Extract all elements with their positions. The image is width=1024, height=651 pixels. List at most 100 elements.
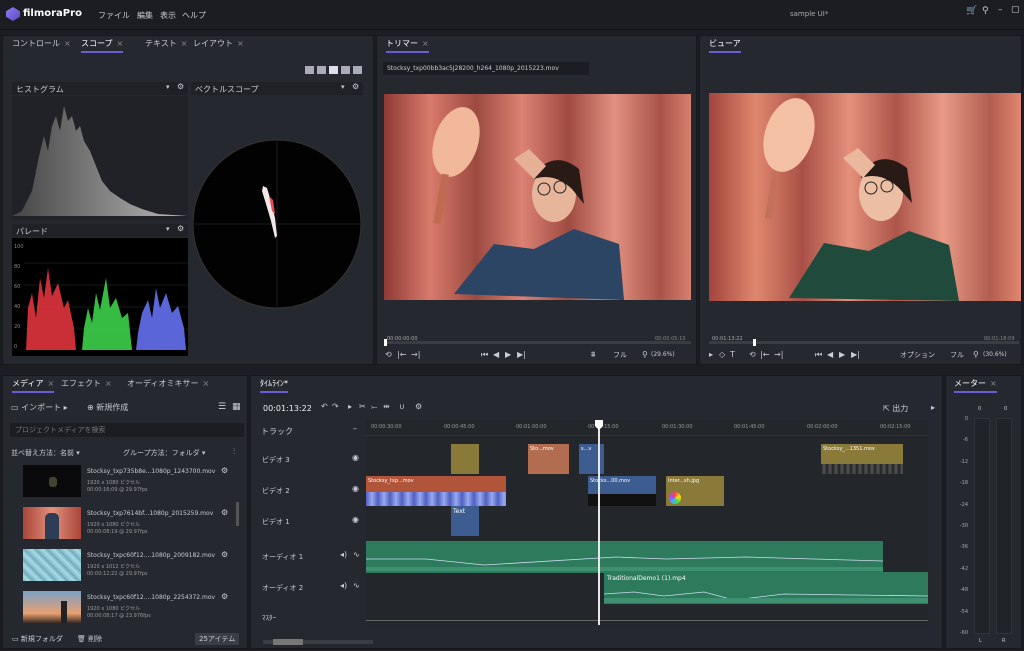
loop-icon[interactable]: ⟲ xyxy=(385,350,392,359)
zoom-select[interactable]: (30.6%) xyxy=(983,351,1007,358)
list-item[interactable]: Stocksy_txpc60f12....1080p_2254372.mov 1… xyxy=(23,588,237,626)
gear-icon[interactable]: ⚙ xyxy=(352,82,359,91)
close-icon[interactable]: × xyxy=(990,379,997,388)
gear-icon[interactable]: ⚙ xyxy=(221,550,228,559)
close-icon[interactable]: × xyxy=(181,39,188,48)
select-tool-icon[interactable]: ▸ xyxy=(348,402,352,411)
list-item[interactable]: Stocksy_txp735b8e...1080p_1243700.mov 19… xyxy=(23,462,237,500)
layout-1-icon[interactable] xyxy=(305,66,314,74)
skip-back-icon[interactable]: ⏮ xyxy=(815,350,822,360)
close-icon[interactable]: × xyxy=(237,39,244,48)
gear-icon[interactable]: ⚙ xyxy=(177,224,184,233)
zoom-select[interactable]: (29.6%) xyxy=(651,351,675,358)
media-search-input[interactable] xyxy=(10,423,244,437)
zoom-handle[interactable] xyxy=(273,639,303,645)
filter-icon[interactable]: ⫶ xyxy=(233,447,235,457)
step-forward-icon[interactable]: ▶| xyxy=(517,350,526,359)
layout-2-icon[interactable] xyxy=(317,66,326,74)
layout-4-icon[interactable] xyxy=(341,66,350,74)
settings-icon[interactable]: ⚙ xyxy=(415,402,422,411)
minimize-icon[interactable]: – xyxy=(998,5,1003,15)
list-view-icon[interactable]: ☰ xyxy=(218,402,226,412)
eye-icon[interactable]: ◉ xyxy=(352,515,359,524)
mark-in-icon[interactable]: |← xyxy=(397,350,406,359)
timeline-clip[interactable]: Stocksy_txp...mov xyxy=(366,476,506,506)
speaker-icon[interactable]: ◂) xyxy=(340,581,347,590)
tab-audio-mixer[interactable]: オーディオミキサー × xyxy=(127,376,209,392)
close-icon[interactable]: × xyxy=(47,379,54,388)
layout-3-icon[interactable] xyxy=(329,66,338,74)
timeline-clip[interactable]: Stocksy_...1351.mov xyxy=(821,444,903,474)
new-button[interactable]: ⊕ 新規作成 xyxy=(87,402,128,414)
speaker-icon[interactable]: ◂) xyxy=(340,550,347,559)
sort-select[interactable]: 並べ替え方法：名前 ▾ xyxy=(11,448,80,458)
layout-5-icon[interactable] xyxy=(353,66,362,74)
close-icon[interactable]: × xyxy=(202,379,209,388)
slip-tool-icon[interactable]: ⇹ xyxy=(383,402,390,411)
timeline-playhead[interactable] xyxy=(595,420,603,625)
list-item[interactable]: Stocksy_txpc60f12....1080p_2009182.mov 1… xyxy=(23,546,237,584)
undo-icon[interactable]: ↶ xyxy=(321,402,328,411)
close-icon[interactable]: × xyxy=(422,39,429,48)
waveform-toggle-icon[interactable]: ∿ xyxy=(353,581,360,590)
skip-back-icon[interactable]: ⏮ xyxy=(481,350,488,360)
viewer-scrubber[interactable] xyxy=(709,339,1019,346)
cart-icon[interactable]: 🛒 xyxy=(966,6,977,16)
chevron-down-icon[interactable]: ▾ xyxy=(166,225,170,233)
list-item[interactable]: Stocksy_txp7614bf...1080p_2015259.mov 19… xyxy=(23,504,237,542)
collapse-icon[interactable]: – xyxy=(353,424,357,433)
export-button[interactable]: ⇱ 出力 xyxy=(883,403,908,414)
select-tool-icon[interactable]: ▸ xyxy=(709,350,713,359)
magnet-icon[interactable]: ∪ xyxy=(399,402,405,411)
menu-edit[interactable]: 編集 xyxy=(137,10,153,21)
restore-icon[interactable]: ▢ xyxy=(1011,5,1020,15)
new-folder-button[interactable]: ▭ 新規フォルダ xyxy=(12,634,63,644)
close-icon[interactable]: × xyxy=(105,379,112,388)
tab-scope[interactable]: スコープ × xyxy=(81,36,124,53)
timeline-clip[interactable] xyxy=(451,444,479,474)
viewer-playhead[interactable] xyxy=(753,339,756,346)
tab-viewer[interactable]: ビューア xyxy=(709,36,741,53)
step-back-icon[interactable]: ◀ xyxy=(493,350,499,359)
chevron-down-icon[interactable]: ▾ xyxy=(166,83,170,91)
step-forward-icon[interactable]: ▶| xyxy=(851,350,860,359)
tab-controls[interactable]: コントロール × xyxy=(12,36,71,52)
ripple-tool-icon[interactable]: ⤚ xyxy=(371,402,377,412)
loop-icon[interactable]: ⟲ xyxy=(749,350,756,359)
group-select[interactable]: グループ方法：フォルダ ▾ xyxy=(123,448,205,458)
tab-effects[interactable]: エフェクト × xyxy=(61,376,112,392)
text-tool-icon[interactable]: T xyxy=(730,350,735,359)
import-button[interactable]: ▭ インポート ▸ xyxy=(11,402,68,414)
play-icon[interactable]: ▶ xyxy=(839,350,845,359)
redo-icon[interactable]: ↷ xyxy=(332,402,339,411)
options-menu[interactable]: オプション xyxy=(900,350,935,360)
tab-trimmer[interactable]: トリマー × xyxy=(386,36,429,53)
quality-select[interactable]: フル xyxy=(613,350,627,360)
mask-tool-icon[interactable]: ◇ xyxy=(719,350,725,359)
menu-help[interactable]: ヘルプ xyxy=(182,10,206,21)
razor-tool-icon[interactable]: ✂ xyxy=(359,402,366,411)
mark-out-icon[interactable]: →| xyxy=(774,350,783,359)
timeline-clip[interactable]: Inter...sh.jpg xyxy=(666,476,724,506)
menu-view[interactable]: 表示 xyxy=(160,10,176,21)
gear-icon[interactable]: ⚙ xyxy=(221,466,228,475)
timeline-clip[interactable]: s...v xyxy=(579,444,604,474)
timeline-clip[interactable]: Text xyxy=(451,506,479,536)
gear-icon[interactable]: ⚙ xyxy=(221,508,228,517)
tab-timeline[interactable]: ﾀｲﾑﾗｲﾝ* xyxy=(260,376,288,393)
tab-meter[interactable]: メーター × xyxy=(954,376,997,393)
mark-out-icon[interactable]: →| xyxy=(411,350,420,359)
media-scrollbar[interactable] xyxy=(236,502,239,526)
step-back-icon[interactable]: ◀ xyxy=(827,350,833,359)
more-icon[interactable]: ▸ xyxy=(931,403,935,412)
timeline-zoom-bar[interactable] xyxy=(263,639,373,645)
trimmer-scrubber[interactable] xyxy=(384,339,691,346)
timeline-clip[interactable]: Sto...mov xyxy=(528,444,569,474)
chevron-down-icon[interactable]: ▾ xyxy=(341,83,345,91)
zoom-icon[interactable]: ⚲ xyxy=(973,350,979,359)
insert-icon[interactable]: ⩩ xyxy=(591,350,595,360)
timeline-area[interactable]: 00:00:30:00 00:00:45:00 00:01:00:00 00:0… xyxy=(366,420,928,625)
eye-icon[interactable]: ◉ xyxy=(352,484,359,493)
user-icon[interactable]: ⚲ xyxy=(982,6,989,16)
close-icon[interactable]: × xyxy=(64,39,71,48)
